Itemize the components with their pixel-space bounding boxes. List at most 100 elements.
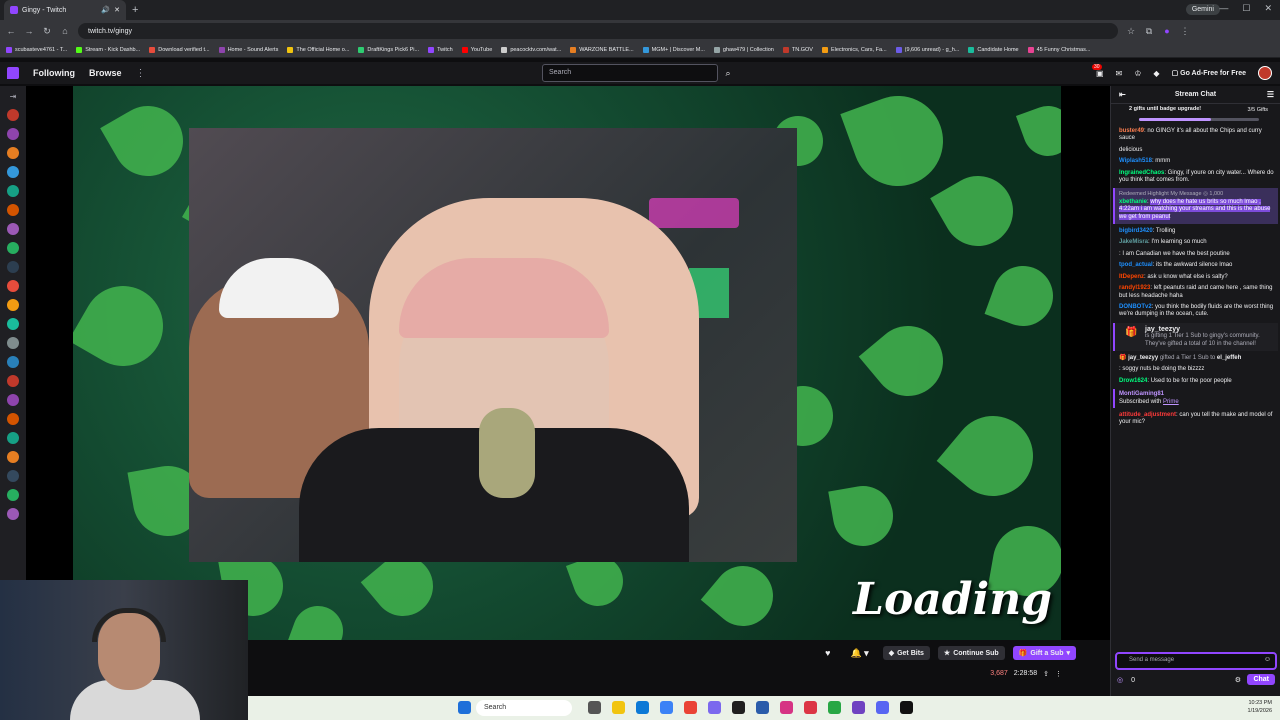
followed-channel-avatar[interactable] <box>7 318 19 330</box>
chat-username[interactable]: bigbird3420 <box>1119 228 1153 234</box>
whispers-icon[interactable]: ✉ <box>1116 69 1123 78</box>
channel-points-icon[interactable]: ◎ <box>1117 676 1123 684</box>
prime-link[interactable]: Prime <box>1163 399 1179 405</box>
followed-channel-avatar[interactable] <box>7 223 19 235</box>
followed-channel-avatar[interactable] <box>7 432 19 444</box>
maximize-icon[interactable]: ☐ <box>1242 3 1250 14</box>
bookmark-item[interactable]: WARZONE BATTLE... <box>570 46 634 53</box>
bookmark-item[interactable]: Stream - Kick Dashb... <box>76 46 140 53</box>
chat-settings-icon[interactable]: ⚙ <box>1235 676 1241 684</box>
ad-free-button[interactable]: ▢ Go Ad-Free for Free <box>1172 69 1246 77</box>
chat-username[interactable]: Drow1624 <box>1119 378 1147 384</box>
chat-send-button[interactable]: Chat <box>1247 674 1275 685</box>
edge-icon[interactable] <box>636 701 649 714</box>
gift-recipient[interactable]: el_jeffeh <box>1217 355 1241 361</box>
chat-message[interactable]: ItDepenz: ask u know what else is salty? <box>1119 274 1274 281</box>
followed-channel-avatar[interactable] <box>7 299 19 311</box>
url-field[interactable]: twitch.tv/gingy <box>78 23 1118 39</box>
bookmark-item[interactable]: TN.GOV <box>782 46 813 53</box>
gifted-sub-message[interactable]: 🎁 jay_teezyy gifted a Tier 1 Sub to el_j… <box>1119 355 1274 362</box>
follow-heart-icon[interactable]: ♥ <box>819 646 836 660</box>
chat-message[interactable]: Wiplash518: mmm <box>1119 158 1274 165</box>
browser-tab[interactable]: Gingy - Twitch 🔊 ✕ <box>4 0 126 20</box>
taskbar-search[interactable]: Search <box>476 700 572 716</box>
taskbar-clock[interactable]: 10:23 PM 1/19/2026 <box>1248 699 1272 715</box>
gemini-button[interactable]: Gemini <box>1185 4 1220 15</box>
bookmark-item[interactable]: The Official Home o... <box>287 46 349 53</box>
chat-message[interactable]: Drow1624: Used to be for the poor people <box>1119 378 1274 385</box>
notification-bell-icon[interactable]: 🔔 ▾ <box>844 646 874 660</box>
task-view-icon[interactable] <box>588 701 601 714</box>
chat-message[interactable]: DONBOTv2: you think the bodily fluids ar… <box>1119 304 1274 319</box>
new-tab-button[interactable]: + <box>132 4 138 16</box>
followed-channel-avatar[interactable] <box>7 242 19 254</box>
followed-channel-avatar[interactable] <box>7 128 19 140</box>
chat-username[interactable]: jay_teezyy <box>1128 355 1158 361</box>
chat-message[interactable]: bigbird3420: Trolling <box>1119 228 1274 235</box>
bookmark-item[interactable]: scubasteve4761 - T... <box>6 46 67 53</box>
chat-username[interactable]: Wiplash518 <box>1119 158 1152 164</box>
subscription-notice[interactable]: MontiGaming81 Subscribed with Prime <box>1113 389 1278 408</box>
subscriber-name[interactable]: MontiGaming81 <box>1119 391 1274 398</box>
bookmark-item[interactable]: Twitch <box>428 46 453 53</box>
chat-username[interactable]: buster49 <box>1119 128 1144 134</box>
chat-message[interactable]: : I am Canadian we have the best poutine <box>1119 251 1274 258</box>
followed-channel-avatar[interactable] <box>7 489 19 501</box>
chat-message[interactable]: tpod_actual: its the awkward silence lma… <box>1119 262 1274 269</box>
followed-channel-avatar[interactable] <box>7 280 19 292</box>
prime-crown-icon[interactable]: ♔ <box>1134 69 1141 78</box>
steam-icon[interactable] <box>756 701 769 714</box>
twitch-logo-icon[interactable] <box>7 67 19 79</box>
followed-channel-avatar[interactable] <box>7 451 19 463</box>
nav-browse[interactable]: Browse <box>89 68 122 78</box>
store-icon[interactable] <box>660 701 673 714</box>
community-icon[interactable]: ☰ <box>1267 90 1274 99</box>
notifications-icon[interactable]: ▣ 30 <box>1091 63 1104 78</box>
chat-username[interactable]: xbethanie <box>1119 199 1147 205</box>
chat-message[interactable]: delicious <box>1119 147 1274 154</box>
user-avatar[interactable] <box>1258 66 1272 80</box>
chat-message[interactable]: buster49: no GINGY it's all about the Ch… <box>1119 128 1274 143</box>
followed-channel-avatar[interactable] <box>7 394 19 406</box>
gift-goal-banner[interactable]: 2 gifts until badge upgrade! 3/5 Gifts <box>1111 104 1280 126</box>
bookmark-item[interactable]: (9,606 unread) - g_h... <box>895 46 959 53</box>
app6-icon[interactable] <box>900 701 913 714</box>
forward-icon[interactable]: → <box>24 26 34 36</box>
extensions-icon[interactable]: ⧉ <box>1144 26 1154 37</box>
chat-message[interactable]: : soggy nuts be doing the bizzzz <box>1119 366 1274 373</box>
followed-channel-avatar[interactable] <box>7 185 19 197</box>
chat-username[interactable]: randyl1923 <box>1119 285 1150 291</box>
app3-icon[interactable] <box>804 701 817 714</box>
bookmark-item[interactable]: peacocktv.com/wat... <box>501 46 561 53</box>
gift-sub-notice[interactable]: 🎁 jay_teezyy is gifting 1 Tier 1 Sub to gi… <box>1113 322 1278 351</box>
nav-following[interactable]: Following <box>33 68 75 78</box>
profile-icon[interactable]: ● <box>1162 26 1172 36</box>
bookmark-item[interactable]: DraftKings Pick6 Pi... <box>358 46 419 53</box>
chat-username[interactable]: IngrainedChaos <box>1119 170 1164 176</box>
gift-sub-button[interactable]: 🎁 Gift a Sub ▾ <box>1012 646 1076 660</box>
app2-icon[interactable] <box>780 701 793 714</box>
menu-icon[interactable]: ⋮ <box>1180 26 1190 37</box>
chat-username[interactable]: ItDepenz <box>1119 274 1144 280</box>
chat-username[interactable]: JakeMisra <box>1119 239 1148 245</box>
chat-username[interactable]: tpod_actual <box>1119 262 1153 268</box>
followed-channel-avatar[interactable] <box>7 147 19 159</box>
home-icon[interactable]: ⌂ <box>60 26 70 36</box>
chat-message[interactable]: IngrainedChaos: Gingy, if youre on city … <box>1119 170 1274 185</box>
bookmark-item[interactable]: Download verified t... <box>149 46 210 53</box>
chat-username[interactable]: attitude_adjustment <box>1119 412 1176 418</box>
chrome-icon[interactable] <box>684 701 697 714</box>
back-icon[interactable]: ← <box>6 26 16 36</box>
followed-channel-avatar[interactable] <box>7 470 19 482</box>
tab-audio-icon[interactable]: 🔊 <box>101 6 110 14</box>
chat-input[interactable]: Send a message ☺ <box>1115 652 1277 670</box>
followed-channel-avatar[interactable] <box>7 109 19 121</box>
discord-icon[interactable] <box>876 701 889 714</box>
search-icon[interactable]: ⌕ <box>720 64 736 82</box>
get-bits-button[interactable]: ◆ Get Bits <box>882 646 930 660</box>
emote-picker-icon[interactable]: ☺ <box>1264 656 1271 663</box>
close-window-icon[interactable]: ✕ <box>1264 3 1272 14</box>
highlighted-message[interactable]: Redeemed Highlight My Message ◎ 1,000 xbe… <box>1113 188 1278 225</box>
video-player[interactable]: Loading Raid.. <box>26 86 1110 640</box>
minimize-icon[interactable]: — <box>1219 3 1228 14</box>
